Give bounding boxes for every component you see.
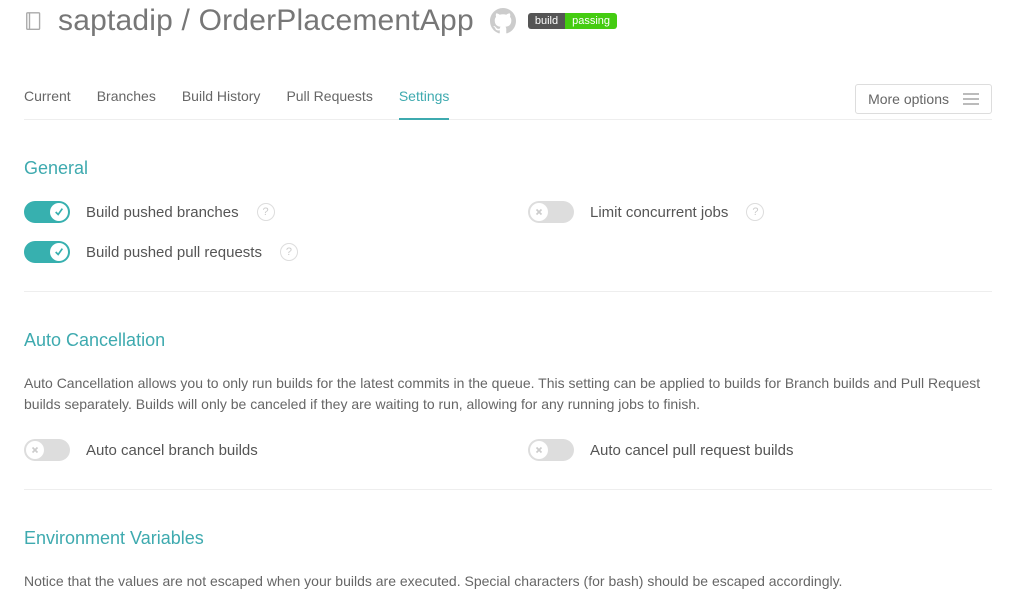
repo-title[interactable]: saptadip / OrderPlacementApp [58, 4, 474, 38]
toggle-label: Limit concurrent jobs [590, 204, 728, 221]
hamburger-icon [963, 93, 979, 105]
build-badge[interactable]: build passing [528, 13, 617, 29]
badge-right: passing [565, 13, 617, 29]
section-desc-auto-cancel: Auto Cancellation allows you to only run… [24, 373, 992, 415]
help-icon[interactable]: ? [257, 203, 275, 221]
toggle-switch[interactable] [528, 439, 574, 461]
toggle-auto-cancel-branch: Auto cancel branch builds [24, 439, 488, 461]
toggle-auto-cancel-pr: Auto cancel pull request builds [528, 439, 992, 461]
tab-pull-requests[interactable]: Pull Requests [286, 78, 372, 119]
toggle-label: Auto cancel pull request builds [590, 442, 793, 459]
tab-settings[interactable]: Settings [399, 78, 450, 120]
toggle-label: Build pushed pull requests [86, 244, 262, 261]
tab-current[interactable]: Current [24, 78, 71, 119]
toggle-build-pushed-branches: Build pushed branches ? [24, 201, 488, 223]
tab-branches[interactable]: Branches [97, 78, 156, 119]
repo-header: saptadip / OrderPlacementApp build passi… [24, 0, 992, 50]
badge-left: build [528, 13, 565, 29]
toggle-limit-concurrent-jobs: Limit concurrent jobs ? [528, 201, 992, 223]
github-icon[interactable] [490, 8, 516, 34]
tab-build-history[interactable]: Build History [182, 78, 261, 119]
tabbar: Current Branches Build History Pull Requ… [24, 78, 992, 120]
section-desc-env: Notice that the values are not escaped w… [24, 571, 992, 592]
toggle-label: Auto cancel branch builds [86, 442, 258, 459]
more-options-button[interactable]: More options [855, 84, 992, 114]
section-title-auto-cancel: Auto Cancellation [24, 330, 992, 351]
toggle-switch[interactable] [24, 439, 70, 461]
help-icon[interactable]: ? [746, 203, 764, 221]
more-options-label: More options [868, 91, 949, 107]
help-icon[interactable]: ? [280, 243, 298, 261]
toggle-build-pushed-pull-requests: Build pushed pull requests ? [24, 241, 488, 263]
toggle-switch[interactable] [528, 201, 574, 223]
toggle-label: Build pushed branches [86, 204, 239, 221]
section-title-general: General [24, 158, 992, 179]
toggle-switch[interactable] [24, 201, 70, 223]
repo-icon [24, 10, 46, 32]
section-title-env: Environment Variables [24, 528, 992, 549]
toggle-switch[interactable] [24, 241, 70, 263]
